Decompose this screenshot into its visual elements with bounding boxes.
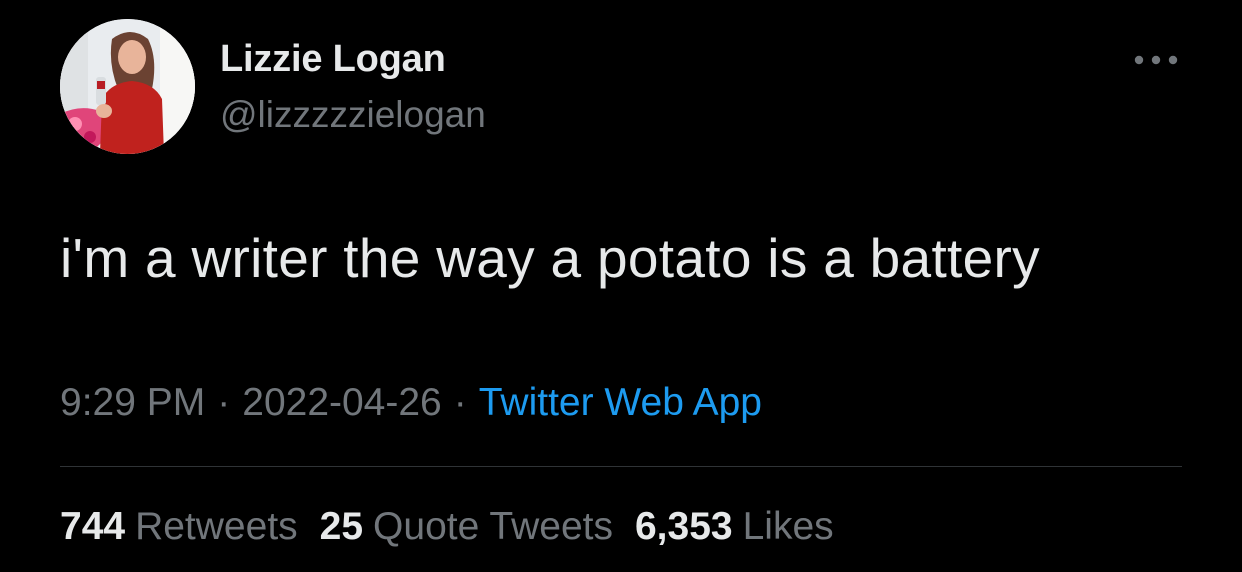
tweet-source-link[interactable]: Twitter Web App bbox=[479, 381, 762, 424]
meta-separator: · bbox=[453, 381, 467, 424]
likes-label: Likes bbox=[742, 505, 834, 548]
tweet-stats: 744 Retweets 25 Quote Tweets 6,353 Likes bbox=[60, 505, 856, 549]
retweets-label: Retweets bbox=[135, 505, 298, 548]
author-handle[interactable]: @lizzzzzielogan bbox=[220, 94, 486, 136]
author-display-name[interactable]: Lizzie Logan bbox=[220, 38, 446, 81]
tweet-text: i'm a writer the way a potato is a batte… bbox=[60, 227, 1040, 289]
ellipsis-icon[interactable] bbox=[1128, 42, 1184, 78]
retweets-count: 744 bbox=[60, 505, 126, 548]
retweets-stat[interactable]: 744 Retweets bbox=[60, 505, 298, 549]
likes-count: 6,353 bbox=[634, 505, 733, 548]
quote-tweets-stat[interactable]: 25 Quote Tweets bbox=[320, 505, 613, 549]
avatar[interactable] bbox=[60, 19, 195, 154]
meta-separator: · bbox=[217, 381, 231, 424]
tweet-metadata: 9:29 PM · 2022-04-26 · Twitter Web App bbox=[60, 381, 762, 425]
tweet-card: Lizzie Logan @lizzzzzielogan i'm a write… bbox=[0, 0, 1242, 572]
quote-tweets-count: 25 bbox=[319, 505, 364, 548]
avatar-photo bbox=[60, 19, 195, 154]
divider bbox=[60, 466, 1182, 467]
tweet-time[interactable]: 9:29 PM bbox=[60, 381, 205, 424]
quote-tweets-label: Quote Tweets bbox=[373, 505, 613, 548]
likes-stat[interactable]: 6,353 Likes bbox=[635, 505, 834, 549]
tweet-date[interactable]: 2022-04-26 bbox=[242, 381, 442, 424]
